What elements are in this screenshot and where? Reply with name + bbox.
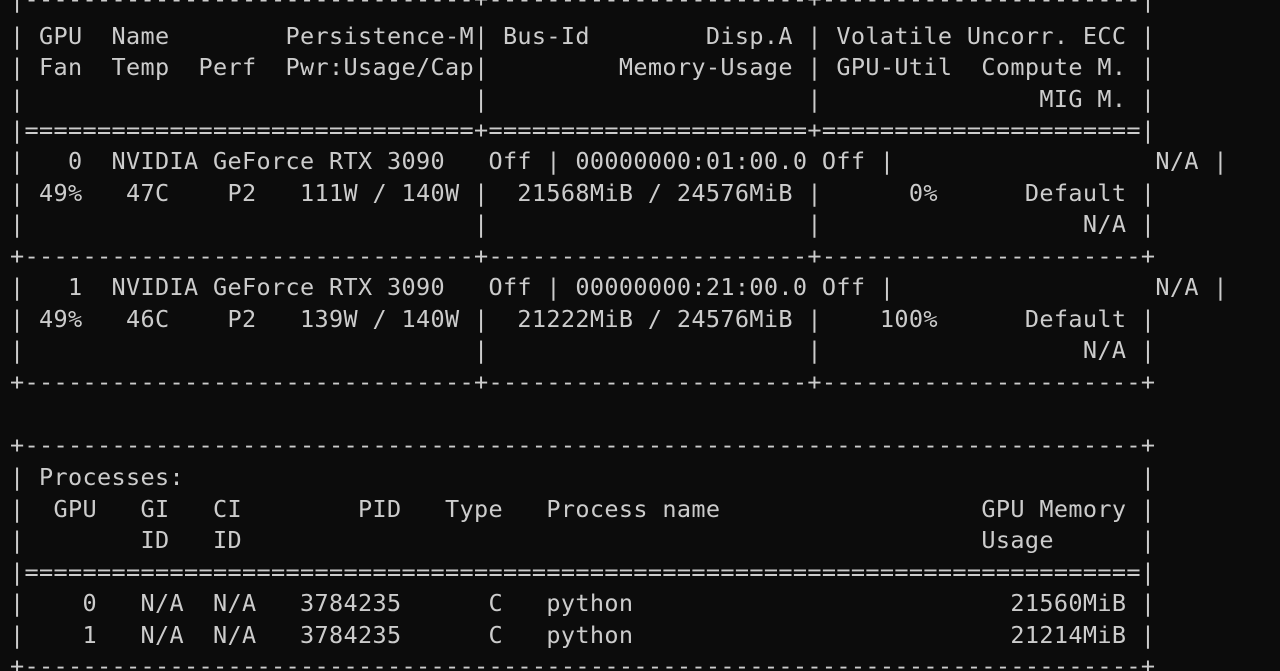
terminal-line: |===============================+=======… <box>10 116 1156 144</box>
terminal-line: +---------------------------------------… <box>10 431 1156 459</box>
terminal-line: +-------------------------------+-------… <box>10 242 1156 270</box>
terminal-line: | Processes: | <box>10 463 1156 491</box>
terminal-line: | 49% 47C P2 111W / 140W | 21568MiB / 24… <box>10 179 1156 207</box>
terminal-line: | 49% 46C P2 139W / 140W | 21222MiB / 24… <box>10 305 1156 333</box>
terminal-line: | 0 N/A N/A 3784235 C python 21560MiB | <box>10 589 1156 617</box>
terminal-line: | | | MIG M. | <box>10 85 1156 113</box>
terminal-line: +-------------------------------+-------… <box>10 368 1156 396</box>
terminal-line: |=======================================… <box>10 558 1156 586</box>
terminal-line: | | | N/A | <box>10 336 1156 364</box>
terminal-line: | 0 NVIDIA GeForce RTX 3090 Off | 000000… <box>10 147 1228 175</box>
terminal-line: | GPU Name Persistence-M| Bus-Id Disp.A … <box>10 22 1156 50</box>
terminal-line: | GPU GI CI PID Type Process name GPU Me… <box>10 495 1156 523</box>
terminal-line: | Fan Temp Perf Pwr:Usage/Cap| Memory-Us… <box>10 53 1156 81</box>
terminal-line: | 1 NVIDIA GeForce RTX 3090 Off | 000000… <box>10 273 1228 301</box>
terminal-line: |-------------------------------+-------… <box>10 0 1155 15</box>
terminal-line: | | | N/A | <box>10 210 1156 238</box>
terminal-line: | ID ID Usage | <box>10 526 1156 554</box>
terminal-line: +---------------------------------------… <box>10 652 1156 671</box>
terminal-line: | 1 N/A N/A 3784235 C python 21214MiB | <box>10 621 1156 649</box>
terminal-window[interactable]: |-------------------------------+-------… <box>0 0 1280 671</box>
